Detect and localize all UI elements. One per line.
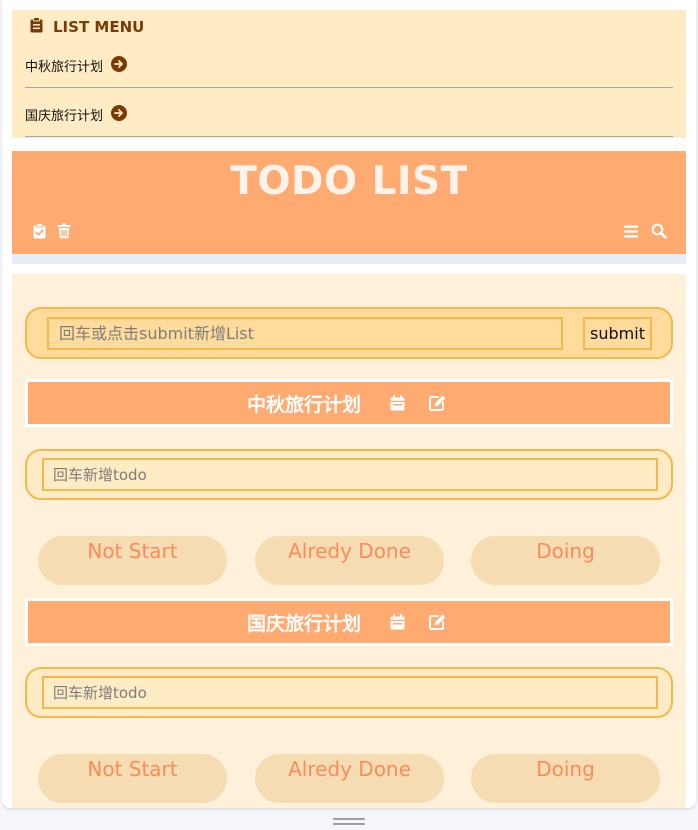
menu-item-list[interactable]: 国庆旅行计划 xyxy=(25,93,673,137)
new-todo-input[interactable] xyxy=(42,676,658,709)
search-icon[interactable] xyxy=(651,223,667,239)
status-done-button[interactable]: Alredy Done xyxy=(255,754,444,803)
main-content: submit 中秋旅行计划 Not Start Alredy Done Doin… xyxy=(12,274,686,808)
add-todo-form xyxy=(25,667,673,718)
resize-handle[interactable] xyxy=(333,818,365,820)
calendar-icon[interactable] xyxy=(383,612,411,632)
menu-item-label: 国庆旅行计划 xyxy=(25,109,104,124)
menu-title-text: LIST MENU xyxy=(53,18,145,36)
arrow-circle-right-icon[interactable] xyxy=(111,104,128,125)
status-not-start-button[interactable]: Not Start xyxy=(38,536,227,585)
status-filters: Not Start Alredy Done Doing xyxy=(38,536,660,585)
menu-icon[interactable] xyxy=(623,223,639,239)
add-list-form: submit xyxy=(25,307,673,359)
new-todo-input[interactable] xyxy=(42,458,658,491)
menu-item-label: 中秋旅行计划 xyxy=(25,60,104,75)
status-not-start-button[interactable]: Not Start xyxy=(38,754,227,803)
list-header: 国庆旅行计划 xyxy=(25,598,673,646)
calendar-icon[interactable] xyxy=(383,393,411,413)
menu-item-list[interactable]: 中秋旅行计划 xyxy=(25,44,673,88)
list-menu: LIST MENU 中秋旅行计划 国庆旅行计划 xyxy=(12,10,686,138)
edit-icon[interactable] xyxy=(423,393,451,413)
clipboard-check-icon[interactable] xyxy=(31,223,47,239)
resize-handle[interactable] xyxy=(333,823,365,825)
status-filters: Not Start Alredy Done Doing xyxy=(38,754,660,803)
status-done-button[interactable]: Alredy Done xyxy=(255,536,444,585)
arrow-circle-right-icon[interactable] xyxy=(111,55,128,76)
list-header: 中秋旅行计划 xyxy=(25,379,673,427)
trash-icon[interactable] xyxy=(56,223,72,239)
list-title: 国庆旅行计划 xyxy=(246,612,361,635)
status-doing-button[interactable]: Doing xyxy=(471,536,660,585)
edit-icon[interactable] xyxy=(423,612,451,632)
menu-title: LIST MENU xyxy=(30,16,144,38)
clipboard-icon xyxy=(30,17,43,37)
add-todo-form xyxy=(25,449,673,500)
new-list-input[interactable] xyxy=(47,317,563,350)
status-doing-button[interactable]: Doing xyxy=(471,754,660,803)
header-divider xyxy=(12,254,686,264)
list-title: 中秋旅行计划 xyxy=(246,393,361,416)
submit-button[interactable]: submit xyxy=(583,317,652,350)
app-header: TODO LIST xyxy=(12,151,686,254)
page-title: TODO LIST xyxy=(230,159,468,204)
